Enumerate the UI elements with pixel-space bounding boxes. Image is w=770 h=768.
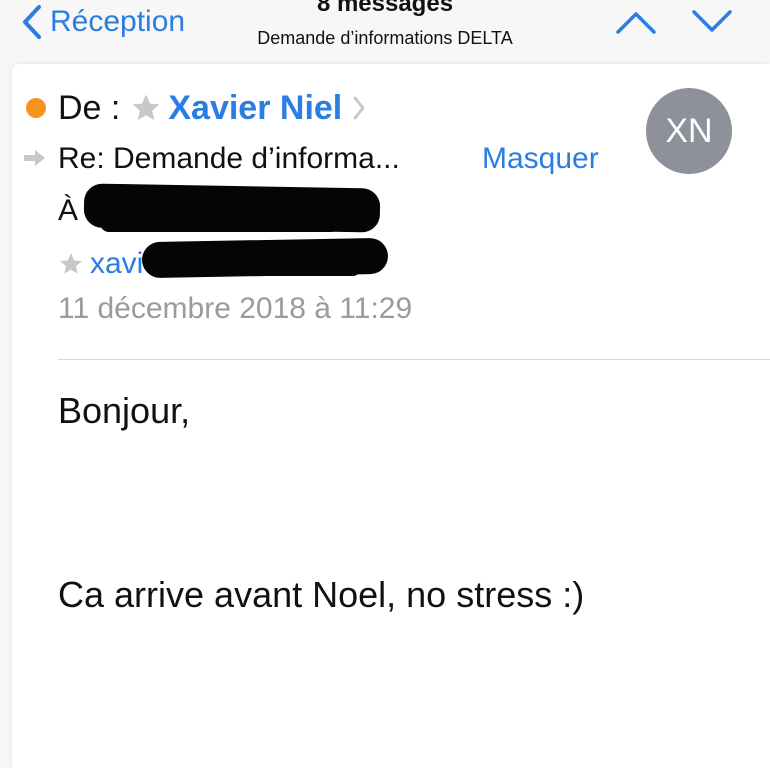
from-row: De : Xavier Niel — [58, 86, 366, 130]
hide-details-link[interactable]: Masquer — [482, 142, 599, 182]
back-chevron-icon — [23, 5, 41, 39]
redacted-recipient-edge — [100, 214, 340, 232]
navigation-bar: Réception 8 messages Demande d’informati… — [0, 0, 770, 62]
thread-subject: Demande d’informations DELTA — [257, 28, 513, 48]
sender-name[interactable]: Xavier Niel — [168, 89, 342, 128]
mail-screen: Réception 8 messages Demande d’informati… — [0, 0, 770, 768]
message-text: Ca arrive avant Noel, no stress :) — [58, 574, 585, 615]
from-label: De : — [58, 88, 121, 127]
back-button[interactable]: Réception — [22, 0, 185, 44]
message-count-title: 8 messages — [316, 0, 454, 17]
message-greeting: Bonjour, — [58, 390, 191, 431]
redacted-address-edge — [160, 262, 360, 276]
avatar[interactable]: XN — [646, 88, 732, 174]
header-divider — [58, 359, 770, 360]
message-date: 11 décembre 2018 à 11:29 — [58, 292, 413, 325]
reply-arrow-icon — [24, 150, 45, 166]
up-arrow-icon — [616, 12, 656, 34]
chevron-right-icon[interactable] — [352, 95, 366, 121]
previous-message-button[interactable] — [614, 4, 658, 40]
star-icon — [130, 92, 162, 124]
message-subject: Re: Demande d’informa... — [58, 142, 400, 175]
unread-indicator — [26, 98, 46, 118]
down-arrow-icon — [692, 10, 732, 32]
cc-address[interactable]: xavi — [90, 247, 143, 281]
next-message-button[interactable] — [690, 4, 734, 40]
star-icon — [58, 251, 84, 277]
back-label: Réception — [50, 5, 186, 38]
cc-row: xavi — [58, 244, 143, 284]
